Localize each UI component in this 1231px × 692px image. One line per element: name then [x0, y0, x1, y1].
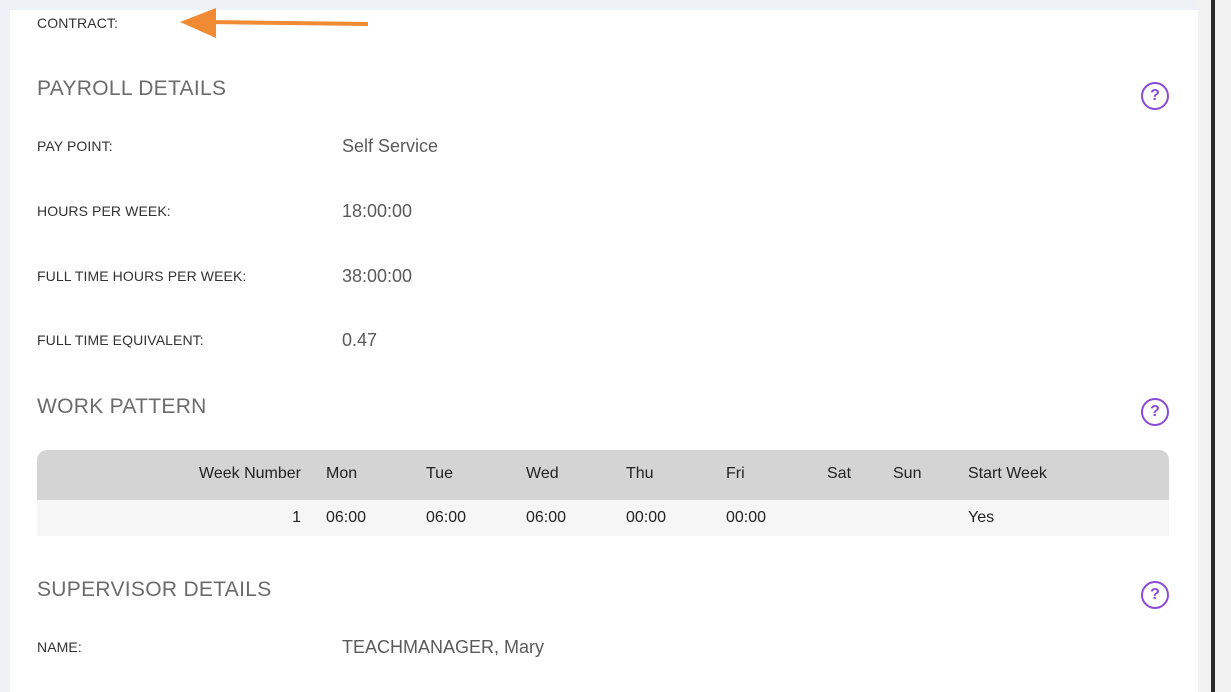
header-week-number: Week Number	[199, 465, 301, 482]
cell-wed: 06:00	[526, 509, 567, 526]
table-header: Week Number Mon Tue Wed Thu Fri Sat Sun …	[37, 450, 1169, 500]
hours-per-week-value: 18:00:00	[342, 201, 413, 221]
contract-label: CONTRACT:	[37, 15, 119, 31]
supervisor-name-value: TEACHMANAGER, Mary	[342, 637, 545, 657]
header-sun: Sun	[893, 465, 922, 482]
table-row: 1 06:00 06:00 06:00 00:00 00:00 Yes	[37, 500, 1169, 536]
cell-fri: 00:00	[726, 509, 767, 526]
header-start-week: Start Week	[968, 465, 1047, 482]
full-time-hours-value: 38:00:00	[342, 266, 413, 286]
cell-thu: 00:00	[626, 509, 667, 526]
supervisor-help-icon[interactable]: ?	[1141, 581, 1169, 609]
supervisor-name-label: NAME:	[37, 639, 82, 655]
cell-week-number: 1	[292, 509, 301, 526]
header-fri: Fri	[726, 465, 745, 482]
fte-label: FULL TIME EQUIVALENT:	[37, 332, 204, 348]
cell-start-week: Yes	[968, 509, 995, 526]
cell-tue: 06:00	[426, 509, 467, 526]
full-time-hours-label: FULL TIME HOURS PER WEEK:	[37, 268, 247, 284]
cell-mon: 06:00	[326, 509, 367, 526]
header-tue: Tue	[426, 465, 453, 482]
pay-point-label: PAY POINT:	[37, 138, 113, 154]
work-pattern-title: WORK PATTERN	[37, 395, 207, 418]
work-pattern-help-icon[interactable]: ?	[1141, 398, 1169, 426]
supervisor-details-title: SUPERVISOR DETAILS	[37, 578, 272, 601]
scrollbar-thumb[interactable]	[1211, 0, 1215, 692]
work-pattern-table: Week Number Mon Tue Wed Thu Fri Sat Sun …	[37, 450, 1169, 536]
header-mon: Mon	[326, 465, 358, 482]
header-sat: Sat	[827, 465, 852, 482]
payroll-details-title: PAYROLL DETAILS	[37, 77, 227, 100]
header-wed: Wed	[526, 465, 559, 482]
payroll-help-icon[interactable]: ?	[1141, 82, 1169, 110]
hours-per-week-label: HOURS PER WEEK:	[37, 203, 171, 219]
pay-point-value: Self Service	[342, 136, 439, 156]
header-thu: Thu	[626, 465, 654, 482]
fte-value: 0.47	[342, 330, 378, 350]
arrow-annotation-icon	[180, 8, 369, 38]
